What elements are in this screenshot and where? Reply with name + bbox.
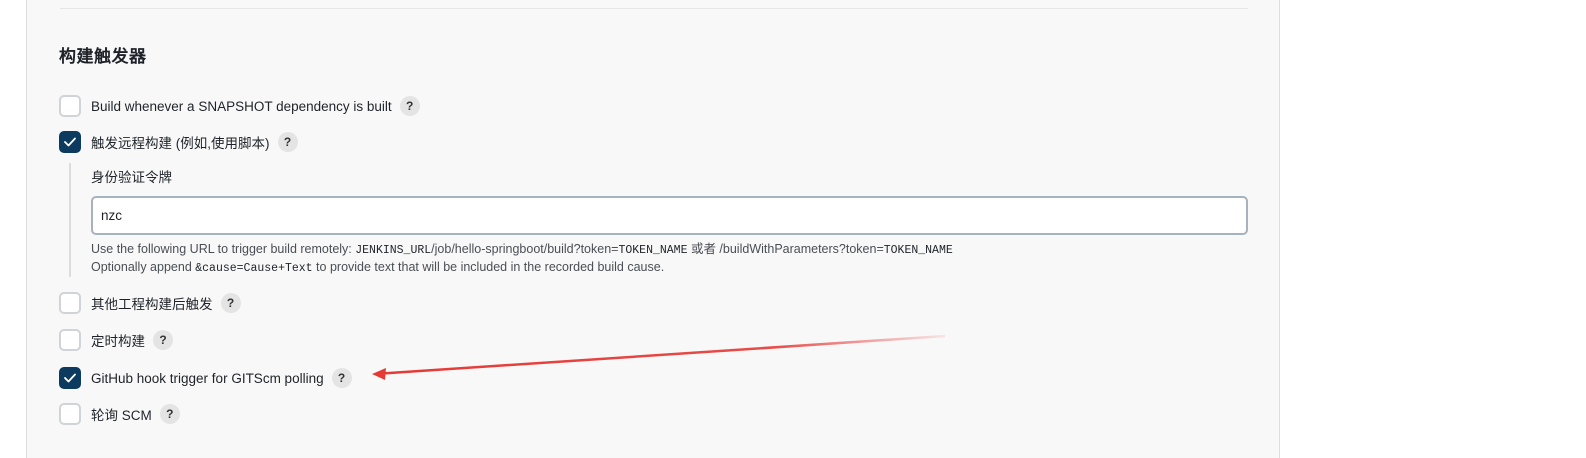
checkmark-icon xyxy=(64,137,76,147)
help-icon[interactable]: ? xyxy=(277,132,298,152)
auth-token-input[interactable] xyxy=(91,196,1248,235)
trigger-remote-build[interactable]: 触发远程构建 (例如,使用脚本) ? xyxy=(59,131,298,153)
checkmark-icon xyxy=(64,373,76,383)
help-icon[interactable]: ? xyxy=(399,96,420,116)
trigger-poll-scm[interactable]: 轮询 SCM ? xyxy=(59,403,180,425)
help-icon[interactable]: ? xyxy=(220,293,241,313)
checkbox[interactable] xyxy=(59,292,81,314)
trigger-url-help: Use the following URL to trigger build r… xyxy=(91,242,953,257)
trigger-label: 轮询 SCM xyxy=(91,408,152,423)
help-icon[interactable]: ? xyxy=(331,368,352,388)
trigger-label: 定时构建 xyxy=(91,334,145,349)
help-icon[interactable]: ? xyxy=(159,404,180,424)
trigger-label: GitHub hook trigger for GITScm polling xyxy=(91,370,324,386)
checkbox[interactable] xyxy=(59,403,81,425)
trigger-periodic-build[interactable]: 定时构建 ? xyxy=(59,329,173,351)
trigger-github-hook[interactable]: GitHub hook trigger for GITScm polling ? xyxy=(59,367,352,389)
nested-options-border xyxy=(69,163,71,277)
trigger-after-other-projects[interactable]: 其他工程构建后触发 ? xyxy=(59,292,241,314)
checkbox[interactable] xyxy=(59,95,81,117)
cause-help: Optionally append &cause=Cause+Text to p… xyxy=(91,260,665,275)
auth-token-label: 身份验证令牌 xyxy=(91,170,172,185)
trigger-label: 触发远程构建 (例如,使用脚本) xyxy=(91,136,270,151)
section-divider xyxy=(60,8,1248,9)
checkbox[interactable] xyxy=(59,367,81,389)
checkbox[interactable] xyxy=(59,131,81,153)
checkbox[interactable] xyxy=(59,329,81,351)
help-icon[interactable]: ? xyxy=(153,330,173,350)
trigger-snapshot-dependency[interactable]: Build whenever a SNAPSHOT dependency is … xyxy=(59,95,420,117)
trigger-label: 其他工程构建后触发 xyxy=(91,297,213,312)
trigger-label: Build whenever a SNAPSHOT dependency is … xyxy=(91,98,392,114)
section-title: 构建触发器 xyxy=(59,47,147,66)
